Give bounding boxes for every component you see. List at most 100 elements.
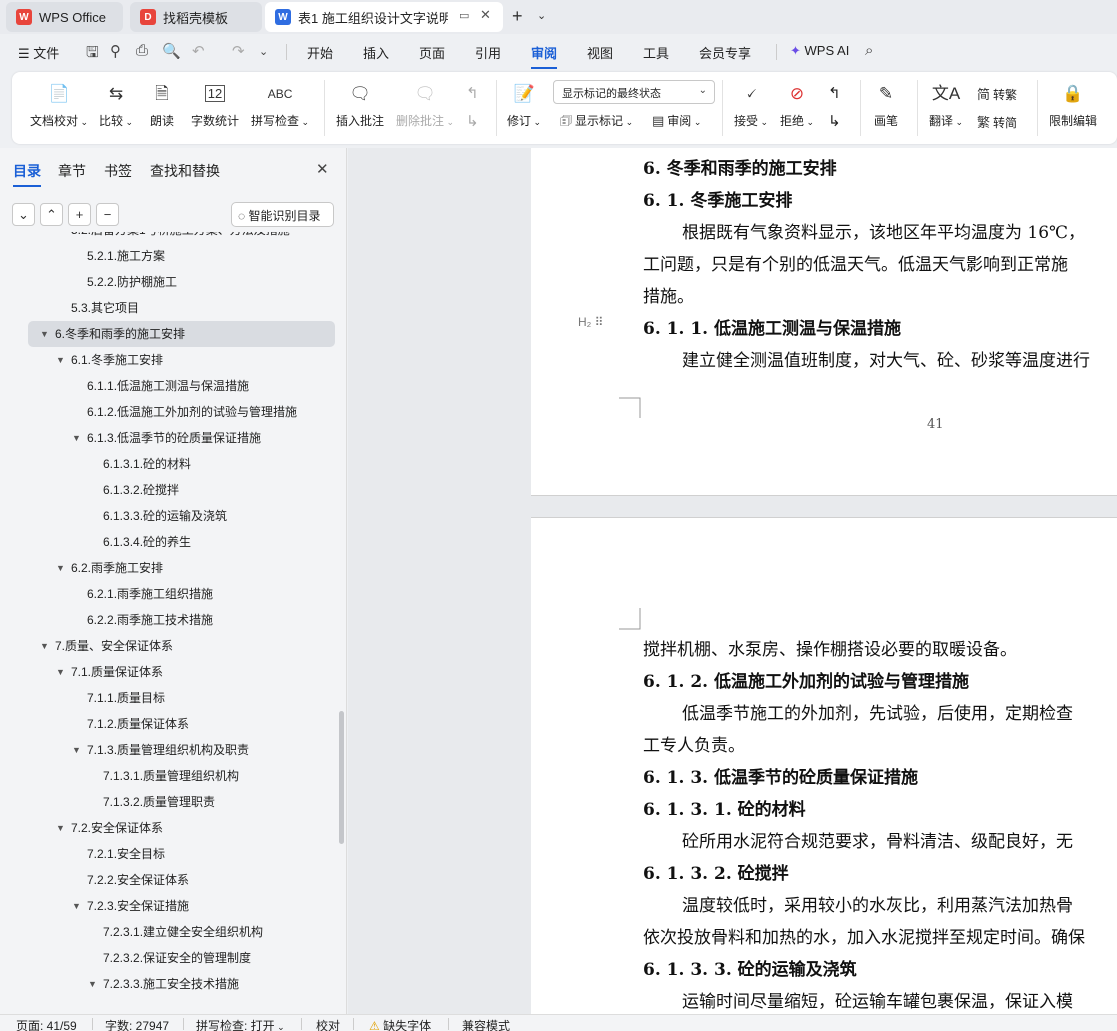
menu-item-reference[interactable]: 引用 xyxy=(475,43,501,62)
doc-check-button[interactable]: 📄 文档校对 ⌄ xyxy=(30,82,88,129)
tab-template[interactable]: D 找稻壳模板 xyxy=(130,2,262,32)
toc-item[interactable]: 7.2.3.1.建立健全安全组织机构 xyxy=(0,919,337,945)
toc-item[interactable]: 6.1.2.低温施工外加剂的试验与管理措施 xyxy=(0,399,337,425)
toc-item[interactable]: 6.1.3.1.砼的材料 xyxy=(0,451,337,477)
doc-paragraph-line[interactable]: 依次投放骨料和加热的水，加入水泥搅拌至规定时间。确保 xyxy=(643,923,1085,948)
doc-heading[interactable]: 6. 1. 3. 低温季节的砼质量保证措施 xyxy=(643,763,918,788)
toc-item[interactable]: 7.1.3.1.质量管理组织机构 xyxy=(0,763,337,789)
menu-item-vip[interactable]: 会员专享 xyxy=(699,43,751,62)
doc-paragraph-line[interactable]: 运输时间尽量缩短，砼运输车罐包裹保温，保证入模 xyxy=(682,987,1073,1012)
doc-paragraph-line[interactable]: 建立健全测温值班制度，对大气、砼、砂浆等温度进行 xyxy=(682,346,1090,371)
remove-toc-button[interactable]: − xyxy=(96,203,119,226)
toc-item[interactable]: 6.2.1.雨季施工组织措施 xyxy=(0,581,337,607)
toc-item[interactable]: ▼ 7.质量、安全保证体系 xyxy=(0,633,337,659)
toc-item[interactable]: 5.3.其它项目 xyxy=(0,295,337,321)
expand-arrow-icon[interactable]: ▼ xyxy=(56,659,65,685)
print-icon[interactable]: ⎙ xyxy=(136,42,148,59)
tab-wps-office[interactable]: W WPS Office xyxy=(6,2,123,32)
doc-paragraph-line[interactable]: 低温季节施工的外加剂，先试验，后使用，定期检查 xyxy=(682,699,1073,724)
proof-status[interactable]: 校对 xyxy=(316,1017,340,1031)
collapse-up-button[interactable]: ⌃ xyxy=(40,203,63,226)
doc-paragraph-line[interactable]: 根据既有气象资料显示，该地区年平均温度为 16℃， xyxy=(682,218,1085,243)
tab-chapters[interactable]: 章节 xyxy=(58,161,86,181)
expand-arrow-icon[interactable]: ▼ xyxy=(72,737,81,763)
compare-button[interactable]: ⇆ 比较 ⌄ xyxy=(99,82,133,129)
next-comment-icon[interactable]: ↳ xyxy=(466,112,479,130)
expand-arrow-icon[interactable]: ▼ xyxy=(72,893,81,919)
doc-paragraph-line[interactable]: 搅拌机棚、水泵房、操作棚搭设必要的取暖设备。 xyxy=(643,635,1017,660)
read-aloud-button[interactable]: 🗎 朗读 xyxy=(150,82,174,129)
word-count-indicator[interactable]: 字数: 27947 xyxy=(105,1017,169,1031)
expand-arrow-icon[interactable]: ▼ xyxy=(40,633,49,659)
menu-item-view[interactable]: 视图 xyxy=(587,43,613,62)
toc-item[interactable]: ▼ 7.2.3.安全保证措施 xyxy=(0,893,337,919)
new-tab-icon[interactable]: + xyxy=(512,6,523,27)
search-icon[interactable]: ⌕ xyxy=(865,42,873,59)
expand-arrow-icon[interactable]: ▼ xyxy=(56,347,65,373)
toc-item[interactable]: 5.2.2.防护棚施工 xyxy=(0,269,337,295)
toc-item[interactable]: ▼ 6.冬季和雨季的施工安排 xyxy=(28,321,335,347)
wps-ai-button[interactable]: ✦ WPS AI xyxy=(790,43,849,59)
close-tab-icon[interactable]: ✕ xyxy=(480,7,491,23)
doc-heading[interactable]: 6. 1. 冬季施工安排 xyxy=(643,186,792,211)
toc-item[interactable]: ▼ 6.1.3.低温季节的砼质量保证措施 xyxy=(0,425,337,451)
revise-button[interactable]: 📝 修订 ⌄ xyxy=(507,82,541,129)
menu-item-start[interactable]: 开始 xyxy=(307,43,333,62)
expand-arrow-icon[interactable]: ▼ xyxy=(88,971,97,997)
smart-toc-button[interactable]: ◌ 智能识别目录 xyxy=(231,202,334,227)
tab-toc[interactable]: 目录 xyxy=(13,161,41,187)
spell-check-button[interactable]: ABC 拼写检查 ⌄ xyxy=(251,82,309,129)
toc-item[interactable]: ▼ 6.1.冬季施工安排 xyxy=(0,347,337,373)
toc-item[interactable]: 5.2.后备方案1号桥施工方案、方法及措施 xyxy=(0,232,337,243)
expand-arrow-icon[interactable]: ▼ xyxy=(72,425,81,451)
missing-font-status[interactable]: ⚠ 缺失字体 xyxy=(369,1017,431,1031)
doc-paragraph-line[interactable]: 桥梁施工的相关部分。 xyxy=(643,148,813,149)
spell-check-status[interactable]: 拼写检查: 打开 ⌄ xyxy=(196,1017,285,1031)
doc-paragraph-line[interactable]: 砼所用水泥符合规范要求，骨料清洁、级配良好，无 xyxy=(682,827,1073,852)
expand-arrow-icon[interactable]: ▼ xyxy=(40,321,49,347)
toc-item[interactable]: 7.1.3.2.质量管理职责 xyxy=(0,789,337,815)
toc-item[interactable]: 6.1.3.3.砼的运输及浇筑 xyxy=(0,503,337,529)
toc-item[interactable]: ▼ 7.1.质量保证体系 xyxy=(0,659,337,685)
expand-down-button[interactable]: ⌄ xyxy=(12,203,35,226)
menu-item-review[interactable]: 审阅 xyxy=(531,43,558,69)
toc-item[interactable]: 7.1.1.质量目标 xyxy=(0,685,337,711)
doc-heading[interactable]: 6. 1. 3. 1. 砼的材料 xyxy=(643,795,806,820)
pen-button[interactable]: ✎ 画笔 xyxy=(874,82,898,129)
doc-heading[interactable]: 6. 冬季和雨季的施工安排 xyxy=(643,154,837,179)
tab-bookmarks[interactable]: 书签 xyxy=(104,161,132,181)
restrict-edit-button[interactable]: 🔒 限制编辑 xyxy=(1049,82,1097,129)
toc-item[interactable]: ▼ 7.2.安全保证体系 xyxy=(0,815,337,841)
to-traditional-button[interactable]: 简转繁 xyxy=(977,84,1017,103)
toc-item[interactable]: ▼ 6.2.雨季施工安排 xyxy=(0,555,337,581)
menu-item-page[interactable]: 页面 xyxy=(419,43,445,62)
doc-heading[interactable]: 6. 1. 1. 低温施工测温与保温措施 xyxy=(643,314,901,339)
page-indicator[interactable]: 页面: 41/59 xyxy=(16,1017,77,1031)
toc-item[interactable]: 5.2.1.施工方案 xyxy=(0,243,337,269)
redo-icon[interactable]: ↷ xyxy=(232,42,245,60)
toc-item[interactable]: ▼ 7.2.3.3.施工安全技术措施 xyxy=(0,971,337,997)
print-preview-icon[interactable]: 🔍 xyxy=(162,42,181,60)
word-count-button[interactable]: 12 字数统计 xyxy=(191,82,239,129)
expand-arrow-icon[interactable]: ▼ xyxy=(56,555,65,581)
chevron-down-icon[interactable]: ⌄ xyxy=(537,9,546,22)
show-markup-button[interactable]: 🗊 显示标记 ⌄ xyxy=(560,112,633,134)
heading-marker[interactable]: H₂ ⠿ xyxy=(578,315,603,329)
toc-item[interactable]: 7.1.2.质量保证体系 xyxy=(0,711,337,737)
toc-item[interactable]: 7.2.2.安全保证体系 xyxy=(0,867,337,893)
doc-heading[interactable]: 6. 1. 2. 低温施工外加剂的试验与管理措施 xyxy=(643,667,969,692)
doc-paragraph-line[interactable]: 工问题，只是有个别的低温天气。低温天气影响到正常施 xyxy=(643,250,1068,275)
toc-scrollbar[interactable] xyxy=(339,711,344,844)
quick-access-more-icon[interactable]: ⌄ xyxy=(259,45,268,58)
prev-change-icon[interactable]: ↰ xyxy=(828,84,841,102)
accept-button[interactable]: 🗸 接受 ⌄ xyxy=(734,82,768,129)
insert-comment-button[interactable]: 🗨 插入批注 xyxy=(336,82,384,129)
toc-item[interactable]: ▼ 7.1.3.质量管理组织机构及职责 xyxy=(0,737,337,763)
tab-find-replace[interactable]: 查找和替换 xyxy=(150,161,220,181)
toc-item[interactable]: 6.1.3.2.砼搅拌 xyxy=(0,477,337,503)
toc-item[interactable]: 7.2.3.2.保证安全的管理制度 xyxy=(0,945,337,971)
window-restore-icon[interactable]: ▭ xyxy=(459,9,469,22)
delete-comment-button[interactable]: 🗨 删除批注 ⌄ xyxy=(396,82,454,129)
undo-icon[interactable]: ↶ xyxy=(192,42,205,60)
close-pane-icon[interactable]: ✕ xyxy=(316,160,329,178)
